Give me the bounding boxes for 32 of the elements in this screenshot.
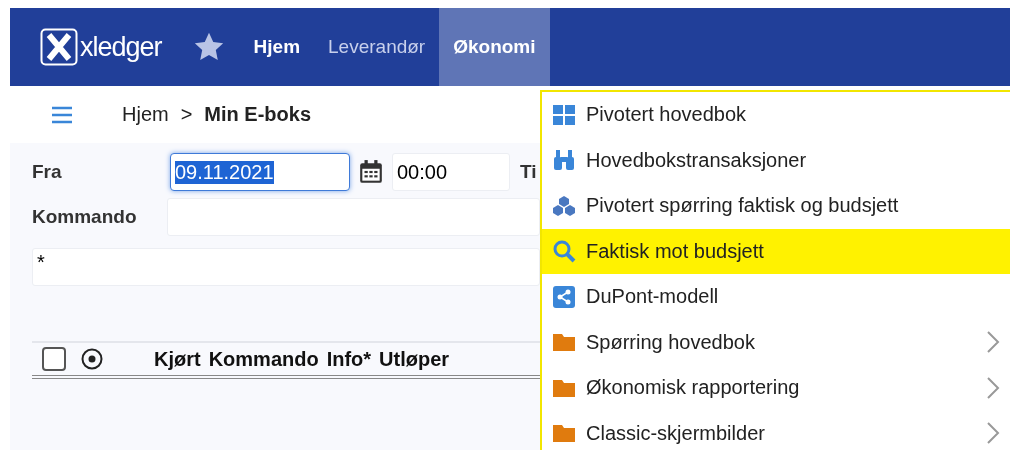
cubes-icon [552, 193, 576, 218]
column-header[interactable]: Kjørt [154, 347, 201, 371]
share-icon [552, 284, 576, 309]
date-field[interactable]: 09.11.2021 [170, 153, 350, 191]
breadcrumb-item[interactable]: Hjem [122, 103, 169, 126]
chevron-right-icon [986, 330, 1000, 355]
chevron-right-icon [986, 375, 1000, 400]
logo-text: xledger [80, 31, 162, 63]
column-header[interactable]: Info* [326, 347, 372, 371]
checkbox[interactable] [42, 347, 66, 371]
grid-icon [552, 102, 576, 127]
menu-item[interactable]: Faktisk mot budsjett [542, 228, 1010, 274]
time-field[interactable]: 00:00 [392, 153, 510, 191]
nav-tab[interactable]: Hjem [239, 8, 315, 86]
binoculars-icon [552, 148, 576, 173]
nav-tab[interactable]: Leverandør [314, 8, 440, 86]
field-label: Ti [520, 161, 537, 183]
chevron-right-icon [986, 421, 1000, 446]
column-header[interactable]: Utløper [379, 347, 450, 371]
calendar-icon[interactable] [358, 159, 384, 185]
nav-tab[interactable]: Økonomi [439, 8, 550, 86]
filter-field[interactable]: * [32, 248, 540, 286]
breadcrumb-item[interactable]: Min E-boks [204, 103, 312, 126]
search-icon [552, 239, 576, 264]
column-header[interactable]: Kommando [208, 347, 319, 371]
command-field[interactable] [167, 198, 540, 236]
logo-icon [40, 28, 78, 66]
menu-icon[interactable] [50, 104, 74, 125]
radio-icon[interactable] [80, 347, 104, 371]
breadcrumb-separator: > [180, 103, 193, 126]
field-label: Kommando [32, 206, 138, 228]
field-label: Fra [32, 161, 63, 183]
